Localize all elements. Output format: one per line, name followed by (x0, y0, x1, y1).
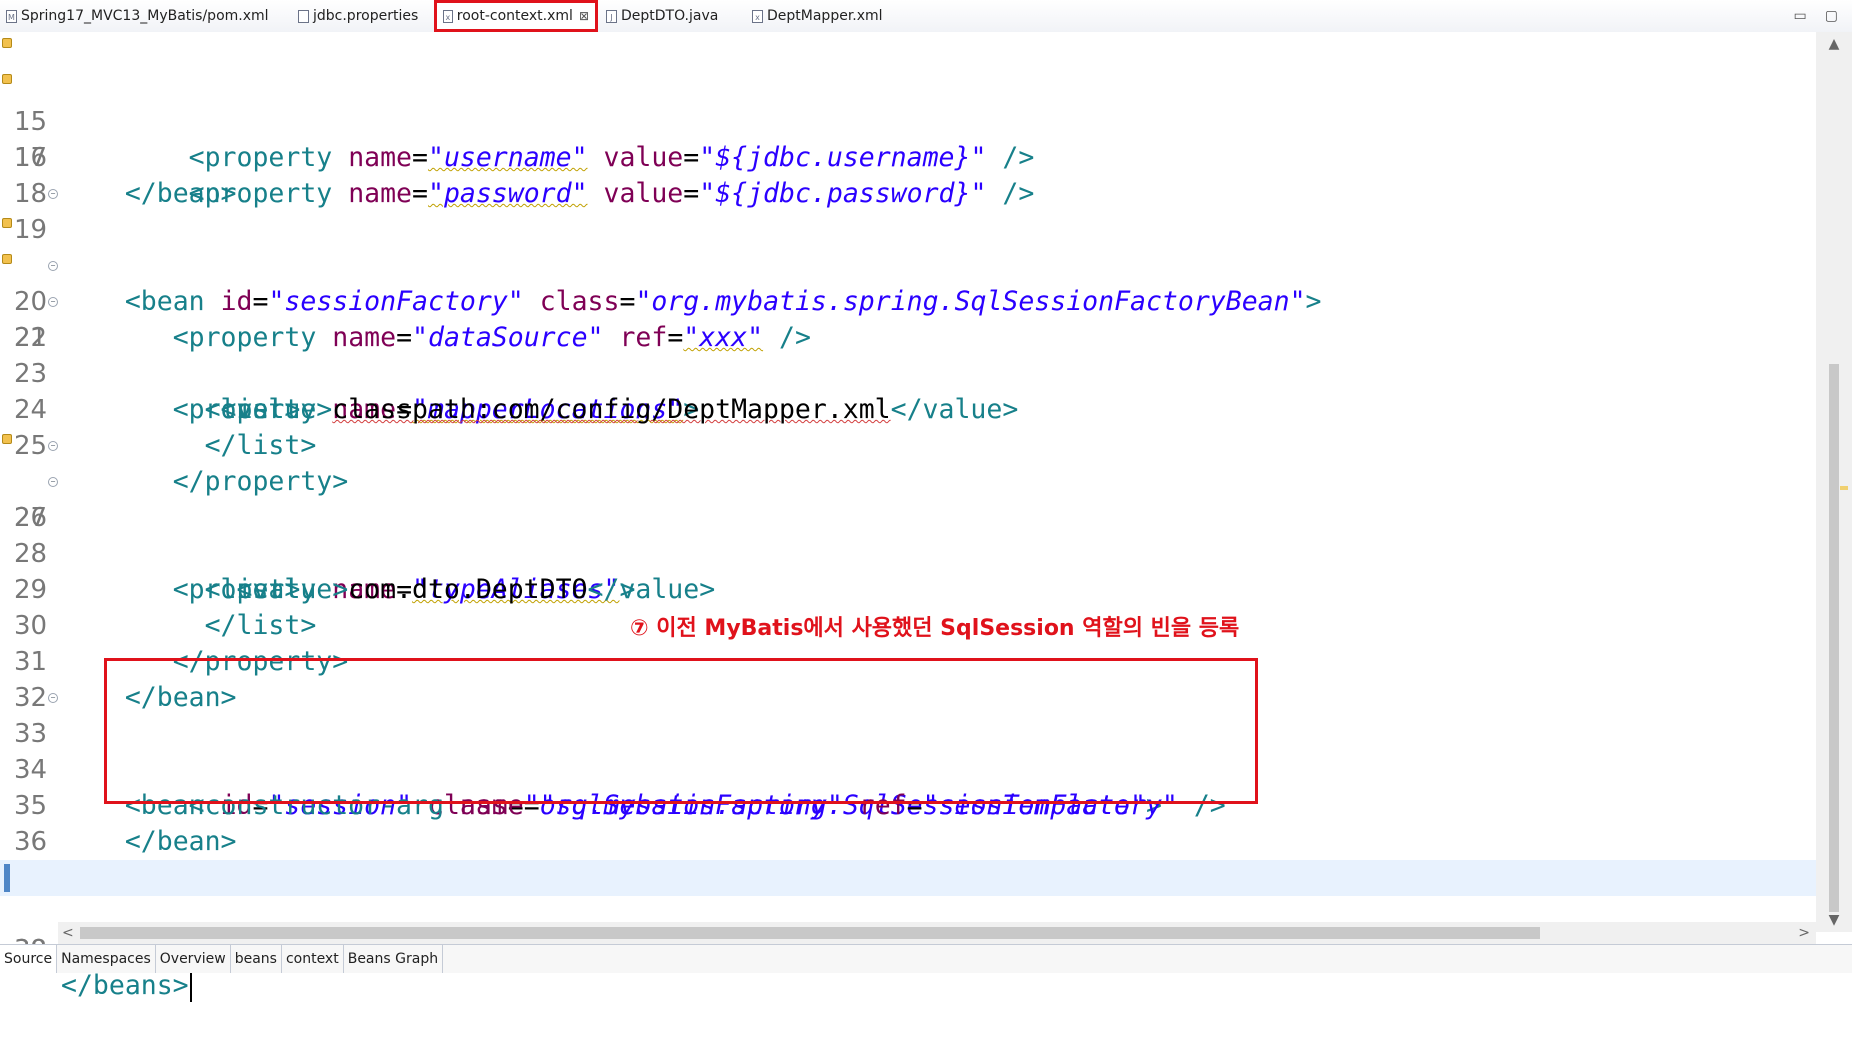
tab-namespaces[interactable]: Namespaces (57, 945, 156, 973)
code-line: 21 − <property name="mapperLocations"> (0, 248, 1816, 425)
fold-toggle-icon[interactable]: − (48, 261, 58, 271)
editor-tab-bar: M Spring17_MVC13_MyBatis/pom.xml jdbc.pr… (0, 0, 1852, 33)
scroll-right-icon[interactable]: > (1798, 922, 1810, 944)
horizontal-scroll-thumb[interactable] (80, 927, 1540, 939)
code-line: 22 − <list> (0, 284, 1816, 425)
fold-toggle-icon[interactable]: − (48, 297, 58, 307)
minimize-icon[interactable]: ▭ (1794, 8, 1807, 24)
fold-toggle-icon[interactable]: − (48, 189, 58, 199)
xml-file-icon: x (752, 9, 763, 23)
code-line: 27 − <list> (0, 464, 1816, 605)
tab-context[interactable]: context (282, 945, 344, 973)
code-line: 16 <property name="password" value="${jd… (0, 68, 1816, 209)
code-line: 30 </property> (0, 572, 1816, 677)
scroll-up-icon[interactable]: ▲ (1816, 36, 1852, 52)
tab-root-context-xml[interactable]: x root-context.xml ⊠ (434, 0, 598, 32)
code-line: 18 (0, 140, 1816, 209)
java-file-icon: J (606, 9, 617, 23)
code-line: 20 <property name="dataSource" ref="xxx"… (0, 212, 1816, 353)
fold-toggle-icon[interactable]: − (48, 441, 58, 451)
code-line: 25 </property> (0, 392, 1816, 497)
fold-toggle-icon[interactable]: − (48, 477, 58, 487)
tab-label: root-context.xml (456, 8, 573, 24)
tab-deptmapper-xml[interactable]: x DeptMapper.xml (752, 0, 883, 32)
window-controls: ▭ ▢ (1794, 0, 1838, 32)
tab-label: DeptDTO.java (621, 8, 719, 24)
code-line: 24 </list> (0, 356, 1816, 461)
annotation-highlight-box (104, 658, 1258, 804)
horizontal-scrollbar[interactable]: < > (58, 922, 1816, 944)
maven-file-icon: M (6, 9, 17, 23)
vertical-scrollbar[interactable]: ▲ ▼ (1816, 32, 1852, 932)
overview-ruler-marker[interactable] (1840, 486, 1848, 490)
scroll-left-icon[interactable]: < (62, 922, 74, 944)
code-line: 37 (0, 824, 1816, 893)
close-icon[interactable]: ⊠ (579, 9, 589, 23)
maximize-icon[interactable]: ▢ (1825, 8, 1838, 24)
vertical-scroll-thumb[interactable] (1829, 364, 1839, 912)
properties-file-icon (298, 9, 309, 23)
line-content: </beans> (61, 968, 192, 1004)
code-line: 23 <value>classpath:com/config/DeptMappe… (0, 320, 1816, 425)
tab-beans-graph[interactable]: Beans Graph (344, 945, 444, 973)
tab-label: jdbc.properties (313, 8, 419, 24)
current-line-marker (4, 864, 10, 892)
annotation-label: ⑦ 이전 MyBatis에서 사용했던 SqlSession 역할의 빈을 등록 (630, 616, 1240, 641)
code-line: 29 </list> (0, 536, 1816, 641)
code-line: 17 </bean> (0, 104, 1816, 209)
warning-marker-icon (2, 38, 12, 48)
tab-source[interactable]: Source (0, 945, 58, 973)
code-line: 28 <value>com.dto.DeptDTO</value> (0, 500, 1816, 605)
tab-label: DeptMapper.xml (767, 8, 883, 24)
warning-marker-icon (2, 218, 12, 228)
tab-jdbc-properties[interactable]: jdbc.properties (298, 0, 418, 32)
warning-marker-icon (2, 254, 12, 264)
code-line: 15 <property name="username" value="${jd… (0, 32, 1816, 173)
tab-overview[interactable]: Overview (156, 945, 231, 973)
scroll-down-icon[interactable]: ▼ (1816, 912, 1852, 928)
code-line-current: 38 </beans> (0, 860, 1816, 1002)
tab-deptdto-java[interactable]: J DeptDTO.java (606, 0, 718, 32)
tab-label: Spring17_MVC13_MyBatis/pom.xml (21, 8, 269, 24)
text-caret (189, 971, 192, 1002)
fold-toggle-icon[interactable]: − (48, 693, 58, 703)
editor-page-tabs: Source Namespaces Overview beans context… (0, 944, 1852, 973)
tab-pom-xml[interactable]: M Spring17_MVC13_MyBatis/pom.xml (6, 0, 269, 32)
code-line: 26 − <property name="typeAliases"> (0, 428, 1816, 605)
warning-marker-icon (2, 74, 12, 84)
spring-xml-file-icon: x (443, 9, 453, 23)
tab-beans[interactable]: beans (231, 945, 282, 973)
warning-marker-icon (2, 434, 12, 444)
code-line: 19 − <bean id="sessionFactory" class="or… (0, 176, 1816, 317)
